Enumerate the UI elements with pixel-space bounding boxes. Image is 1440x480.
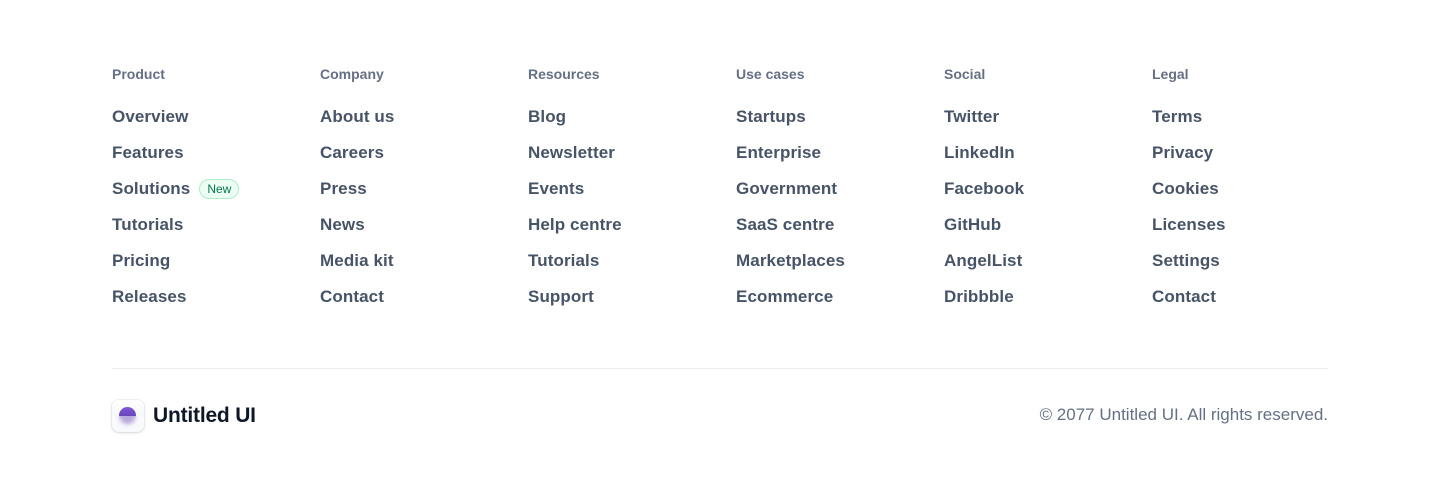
list-item: Solutions New — [112, 171, 320, 207]
footer-link-careers[interactable]: Careers — [320, 143, 384, 163]
footer-link-solutions[interactable]: Solutions — [112, 179, 190, 199]
footer-divider — [112, 368, 1328, 369]
list-item: Marketplaces — [736, 243, 944, 279]
footer-link-terms[interactable]: Terms — [1152, 107, 1202, 127]
footer-link-contact[interactable]: Contact — [1152, 287, 1216, 307]
list-item: Features — [112, 135, 320, 171]
list-item: GitHub — [944, 207, 1152, 243]
footer-link-overview[interactable]: Overview — [112, 107, 188, 127]
brand-logo-link[interactable]: Untitled UI — [112, 400, 256, 432]
link-list: Blog Newsletter Events Help centre Tutor… — [528, 99, 736, 315]
list-item: Tutorials — [112, 207, 320, 243]
footer-link-saas-centre[interactable]: SaaS centre — [736, 215, 834, 235]
footer-nav: Product Overview Features Solutions New T… — [112, 66, 1360, 315]
list-item: Pricing — [112, 243, 320, 279]
footer-link-features[interactable]: Features — [112, 143, 184, 163]
logo-glass — [112, 416, 144, 432]
footer-column-resources: Resources Blog Newsletter Events Help ce… — [528, 66, 736, 315]
list-item: Help centre — [528, 207, 736, 243]
list-item: LinkedIn — [944, 135, 1152, 171]
column-heading: Legal — [1152, 66, 1189, 82]
list-item: Terms — [1152, 99, 1360, 135]
footer-link-news[interactable]: News — [320, 215, 365, 235]
footer-link-linkedin[interactable]: LinkedIn — [944, 143, 1015, 163]
footer-link-marketplaces[interactable]: Marketplaces — [736, 251, 845, 271]
footer-link-twitter[interactable]: Twitter — [944, 107, 999, 127]
footer-link-tutorials[interactable]: Tutorials — [528, 251, 599, 271]
footer-link-licenses[interactable]: Licenses — [1152, 215, 1226, 235]
footer-link-government[interactable]: Government — [736, 179, 837, 199]
link-list: Twitter LinkedIn Facebook GitHub AngelLi… — [944, 99, 1152, 315]
list-item: Press — [320, 171, 528, 207]
list-item: Releases — [112, 279, 320, 315]
footer-link-releases[interactable]: Releases — [112, 287, 187, 307]
footer-link-support[interactable]: Support — [528, 287, 594, 307]
list-item: Dribbble — [944, 279, 1152, 315]
link-list: Terms Privacy Cookies Licenses Settings … — [1152, 99, 1360, 315]
list-item: Facebook — [944, 171, 1152, 207]
column-heading: Company — [320, 66, 384, 82]
footer-link-newsletter[interactable]: Newsletter — [528, 143, 615, 163]
list-item: Ecommerce — [736, 279, 944, 315]
footer-link-enterprise[interactable]: Enterprise — [736, 143, 821, 163]
list-item: Cookies — [1152, 171, 1360, 207]
footer-link-cookies[interactable]: Cookies — [1152, 179, 1219, 199]
list-item: Events — [528, 171, 736, 207]
footer-column-product: Product Overview Features Solutions New T… — [112, 66, 320, 315]
footer-link-dribbble[interactable]: Dribbble — [944, 287, 1014, 307]
list-item: Careers — [320, 135, 528, 171]
untitled-ui-logo-icon — [112, 400, 144, 432]
footer-column-company: Company About us Careers Press News Medi… — [320, 66, 528, 315]
list-item: Newsletter — [528, 135, 736, 171]
list-item: Government — [736, 171, 944, 207]
footer-link-tutorials[interactable]: Tutorials — [112, 215, 183, 235]
footer-column-use-cases: Use cases Startups Enterprise Government… — [736, 66, 944, 315]
footer-link-privacy[interactable]: Privacy — [1152, 143, 1213, 163]
column-heading: Product — [112, 66, 165, 82]
list-item: Settings — [1152, 243, 1360, 279]
copyright-text: © 2077 Untitled UI. All rights reserved. — [1039, 405, 1328, 424]
footer-link-events[interactable]: Events — [528, 179, 584, 199]
list-item: Licenses — [1152, 207, 1360, 243]
list-item: Enterprise — [736, 135, 944, 171]
footer-link-github[interactable]: GitHub — [944, 215, 1001, 235]
footer-link-facebook[interactable]: Facebook — [944, 179, 1024, 199]
footer-link-help-centre[interactable]: Help centre — [528, 215, 622, 235]
list-item: Tutorials — [528, 243, 736, 279]
footer-link-angellist[interactable]: AngelList — [944, 251, 1022, 271]
link-list: Startups Enterprise Government SaaS cent… — [736, 99, 944, 315]
footer-link-about-us[interactable]: About us — [320, 107, 394, 127]
column-heading: Social — [944, 66, 986, 82]
footer-link-press[interactable]: Press — [320, 179, 367, 199]
footer-link-media-kit[interactable]: Media kit — [320, 251, 394, 271]
link-list: About us Careers Press News Media kit Co… — [320, 99, 528, 315]
list-item: Contact — [1152, 279, 1360, 315]
list-item: AngelList — [944, 243, 1152, 279]
new-badge: New — [199, 179, 240, 199]
list-item: Support — [528, 279, 736, 315]
footer-column-social: Social Twitter LinkedIn Facebook GitHub … — [944, 66, 1152, 315]
footer-link-contact[interactable]: Contact — [320, 287, 384, 307]
list-item: Startups — [736, 99, 944, 135]
footer-link-blog[interactable]: Blog — [528, 107, 566, 127]
list-item: Privacy — [1152, 135, 1360, 171]
list-item: Blog — [528, 99, 736, 135]
footer-link-pricing[interactable]: Pricing — [112, 251, 170, 271]
list-item: Overview — [112, 99, 320, 135]
footer-link-ecommerce[interactable]: Ecommerce — [736, 287, 833, 307]
list-item: Contact — [320, 279, 528, 315]
list-item: SaaS centre — [736, 207, 944, 243]
link-list: Overview Features Solutions New Tutorials… — [112, 99, 320, 315]
column-heading: Resources — [528, 66, 600, 82]
list-item: About us — [320, 99, 528, 135]
list-item: Media kit — [320, 243, 528, 279]
footer-link-startups[interactable]: Startups — [736, 107, 806, 127]
list-item: Twitter — [944, 99, 1152, 135]
brand-name: Untitled UI — [153, 404, 256, 427]
column-heading: Use cases — [736, 66, 805, 82]
footer-link-settings[interactable]: Settings — [1152, 251, 1220, 271]
footer-column-legal: Legal Terms Privacy Cookies Licenses Set… — [1152, 66, 1360, 315]
list-item: News — [320, 207, 528, 243]
